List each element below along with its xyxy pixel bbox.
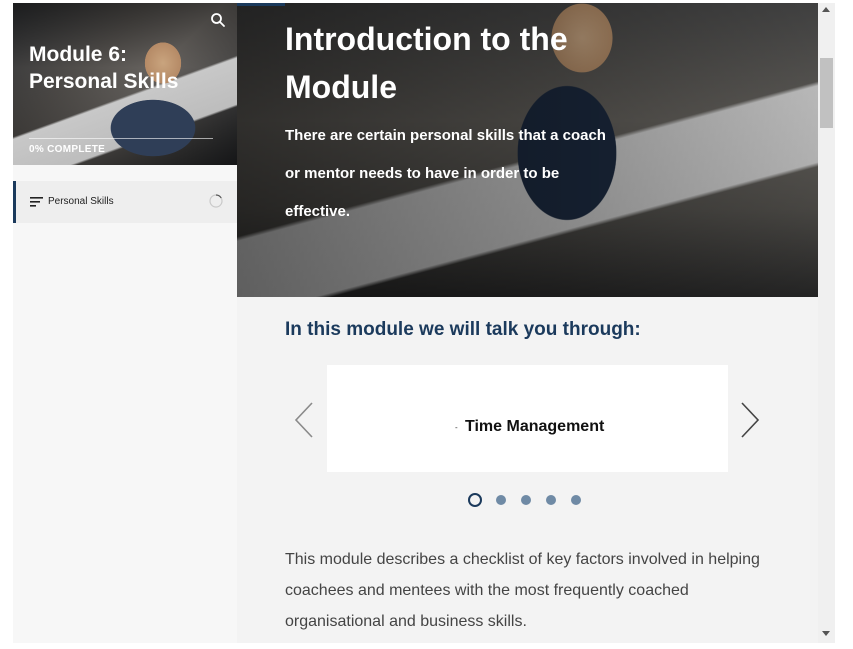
carousel-pagination bbox=[468, 493, 588, 507]
slide-text: Time Management bbox=[465, 418, 605, 435]
carousel-slide: - Time Management bbox=[327, 365, 728, 472]
course-viewport: Module 6: Personal Skills 0% COMPLETE Pe… bbox=[13, 3, 818, 643]
page-title: Introduction to the Module bbox=[285, 21, 568, 105]
topic-carousel: - Time Management bbox=[237, 365, 818, 473]
hero-text: There are certain personal skills that a… bbox=[285, 127, 606, 220]
hero-banner: Introduction to the Module There are cer… bbox=[237, 3, 818, 297]
progress-bar bbox=[29, 138, 213, 139]
lesson-content: Introduction to the Module There are cer… bbox=[237, 3, 818, 643]
chevron-right-icon[interactable] bbox=[739, 401, 761, 439]
chevron-left-icon[interactable] bbox=[293, 401, 315, 439]
module-title: Module 6: Personal Skills bbox=[29, 43, 179, 93]
progress-ring-icon bbox=[209, 194, 223, 208]
sidebar-item-label: Personal Skills bbox=[48, 196, 114, 207]
carousel-dot-5[interactable] bbox=[571, 495, 581, 505]
module-description: This module describes a checklist of key… bbox=[285, 551, 760, 630]
accent-bar bbox=[237, 3, 285, 6]
section-heading: In this module we will talk you through: bbox=[285, 319, 641, 340]
scroll-up-icon[interactable] bbox=[822, 7, 830, 12]
scroll-down-icon[interactable] bbox=[822, 631, 830, 636]
scroll-thumb[interactable] bbox=[820, 58, 833, 128]
sidebar-item-personal-skills[interactable]: Personal Skills bbox=[13, 181, 237, 223]
carousel-dot-4[interactable] bbox=[546, 495, 556, 505]
slide-bullet: - bbox=[455, 423, 458, 432]
module-header: Module 6: Personal Skills 0% COMPLETE bbox=[13, 3, 237, 165]
menu-lines-icon bbox=[30, 195, 44, 207]
search-icon[interactable] bbox=[209, 11, 227, 29]
progress-label: 0% COMPLETE bbox=[29, 144, 106, 155]
carousel-dot-2[interactable] bbox=[496, 495, 506, 505]
vertical-scrollbar[interactable] bbox=[818, 3, 835, 643]
carousel-dot-3[interactable] bbox=[521, 495, 531, 505]
carousel-dot-1[interactable] bbox=[468, 493, 482, 507]
sidebar: Module 6: Personal Skills 0% COMPLETE Pe… bbox=[13, 3, 238, 643]
